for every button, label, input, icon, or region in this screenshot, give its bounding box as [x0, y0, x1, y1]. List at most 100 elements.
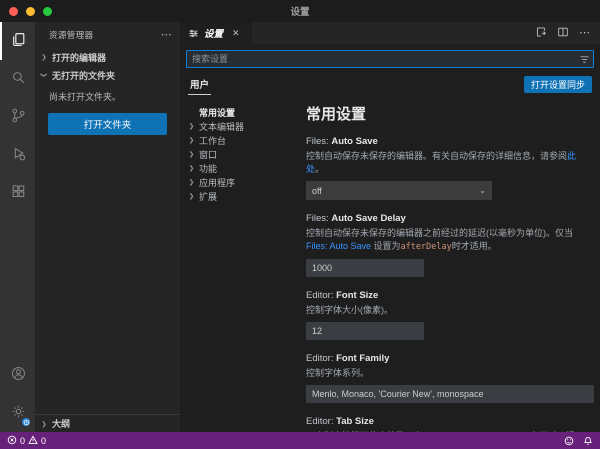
- more-actions-icon[interactable]: ⋯: [579, 28, 590, 39]
- chevron-right-icon: ❯: [187, 150, 197, 157]
- sidebar-item-source-control[interactable]: [0, 98, 35, 136]
- bell-icon[interactable]: [583, 436, 593, 446]
- toc-label: 应用程序: [199, 176, 235, 189]
- setting-label: Files: Auto Save: [306, 136, 582, 147]
- sidebar-item-run-debug[interactable]: [0, 136, 35, 174]
- setting-description: 控制字体大小(像素)。: [306, 304, 582, 317]
- toc-label: 扩展: [199, 190, 217, 203]
- toc-item-extensions[interactable]: ❯扩展: [186, 189, 296, 203]
- error-icon: [7, 435, 17, 447]
- setting-label: Files: Auto Save Delay: [306, 213, 582, 224]
- explorer-more-actions-icon[interactable]: ⋯: [161, 30, 172, 41]
- warning-icon: [28, 435, 38, 447]
- files-icon: [10, 31, 27, 51]
- chevron-right-icon: ❯: [40, 420, 49, 427]
- open-editors-label: 打开的编辑器: [52, 51, 106, 64]
- status-bar: 0 0: [0, 432, 600, 449]
- scope-tab-user[interactable]: 用户: [188, 74, 211, 95]
- tab-bar: 设置 ✕ ⋯: [180, 22, 600, 44]
- toc-item-text-editor[interactable]: ❯文本编辑器: [186, 119, 296, 133]
- feedback-smiley-icon[interactable]: [564, 436, 574, 446]
- setting-label: Editor: Font Family: [306, 353, 582, 364]
- setting-editor-font-size: Editor: Font Size 控制字体大小(像素)。: [306, 290, 582, 340]
- turn-on-settings-sync-button[interactable]: 打开设置同步: [524, 76, 592, 93]
- open-folder-button[interactable]: 打开文件夹: [48, 113, 167, 135]
- chevron-down-icon: ❯: [40, 71, 47, 80]
- sidebar-header: 资源管理器 ⋯: [35, 22, 180, 48]
- warning-count: 0: [41, 436, 46, 446]
- manage-settings-button[interactable]: [0, 394, 35, 432]
- window-title: 设置: [0, 4, 600, 18]
- no-folder-hint: 尚未打开文件夹。: [35, 84, 180, 107]
- settings-toc: ❯常用设置 ❯文本编辑器 ❯工作台 ❯窗口 ❯功能 ❯应用程序 ❯扩展: [180, 97, 296, 432]
- toc-item-commonly-used[interactable]: ❯常用设置: [186, 105, 296, 119]
- settings-sync-badge-icon: [21, 417, 31, 427]
- accounts-button[interactable]: [0, 356, 35, 394]
- filter-icon[interactable]: [575, 54, 593, 65]
- toc-label: 常用设置: [199, 106, 235, 119]
- explorer-sidebar: 资源管理器 ⋯ ❯ 打开的编辑器 ❯ 无打开的文件夹 尚未打开文件夹。 打开文件…: [35, 22, 180, 432]
- toc-label: 功能: [199, 162, 217, 175]
- setting-label: Editor: Font Size: [306, 290, 582, 301]
- sidebar-item-explorer[interactable]: [0, 22, 35, 60]
- chevron-right-icon: ❯: [40, 53, 49, 60]
- auto-save-select[interactable]: off⌄: [306, 181, 492, 200]
- toc-item-window[interactable]: ❯窗口: [186, 147, 296, 161]
- toc-item-workbench[interactable]: ❯工作台: [186, 133, 296, 147]
- chevron-right-icon: ❯: [187, 136, 197, 143]
- no-folder-section[interactable]: ❯ 无打开的文件夹: [35, 66, 180, 84]
- activity-bar-spacer: [0, 212, 35, 356]
- setting-description: 控制字体系列。: [306, 367, 582, 380]
- titlebar: 设置: [0, 0, 600, 22]
- split-editor-icon[interactable]: [557, 26, 569, 41]
- outline-section[interactable]: ❯ 大纲: [35, 414, 180, 432]
- problems-status[interactable]: 0 0: [7, 435, 46, 447]
- toc-item-features[interactable]: ❯功能: [186, 161, 296, 175]
- error-count: 0: [20, 436, 25, 446]
- editor-area: 设置 ✕ ⋯ 用户 打开设置同步: [180, 22, 600, 432]
- open-settings-json-icon[interactable]: [535, 26, 547, 41]
- activity-bar: [0, 22, 35, 432]
- extensions-icon: [10, 183, 27, 203]
- sidebar-item-extensions[interactable]: [0, 174, 35, 212]
- setting-editor-tab-size: Editor: Tab Size 一个制表符等于的空格数。在 Editor: D…: [306, 416, 582, 432]
- chevron-right-icon: ❯: [187, 164, 197, 171]
- sidebar-empty-space: [35, 141, 180, 414]
- auto-save-delay-input[interactable]: [306, 259, 424, 277]
- search-icon: [10, 69, 27, 89]
- vscode-window: 设置: [0, 0, 600, 449]
- font-size-input[interactable]: [306, 322, 424, 340]
- tab-settings[interactable]: 设置 ✕: [180, 22, 252, 44]
- run-debug-icon: [10, 145, 27, 165]
- no-folder-label: 无打开的文件夹: [52, 69, 115, 82]
- code-value: afterDelay: [401, 242, 452, 252]
- chevron-right-icon: ❯: [187, 192, 197, 199]
- settings-search-row: [180, 44, 600, 72]
- link[interactable]: Files: Auto Save: [306, 241, 371, 251]
- toc-item-application[interactable]: ❯应用程序: [186, 175, 296, 189]
- setting-label: Editor: Tab Size: [306, 416, 582, 427]
- chevron-right-icon: ❯: [187, 178, 197, 185]
- source-control-icon: [10, 107, 27, 127]
- setting-description: 控制自动保存未保存的编辑器之前经过的延迟(以毫秒为单位)。仅当 Files: A…: [306, 227, 582, 254]
- settings-heading: 常用设置: [306, 103, 582, 124]
- toc-label: 窗口: [199, 148, 217, 161]
- setting-description: 控制自动保存未保存的编辑器。有关自动保存的详细信息，请参阅此处。: [306, 150, 582, 176]
- chevron-right-icon: ❯: [187, 122, 197, 129]
- settings-scope-row: 用户 打开设置同步: [180, 72, 600, 97]
- sidebar-title: 资源管理器: [49, 29, 94, 41]
- settings-search-input[interactable]: [187, 51, 575, 67]
- settings-list: 常用设置 Files: Auto Save 控制自动保存未保存的编辑器。有关自动…: [296, 97, 600, 432]
- toc-label: 文本编辑器: [199, 120, 244, 133]
- toc-label: 工作台: [199, 134, 226, 147]
- sidebar-item-search[interactable]: [0, 60, 35, 98]
- close-tab-icon[interactable]: ✕: [232, 28, 240, 39]
- tab-label: 设置: [204, 26, 223, 40]
- outline-label: 大纲: [52, 417, 70, 430]
- settings-search-box: [186, 50, 594, 68]
- settings-tab-icon: [188, 28, 199, 39]
- chevron-down-icon: ⌄: [479, 186, 486, 195]
- font-family-input[interactable]: [306, 385, 594, 403]
- setting-files-auto-save-delay: Files: Auto Save Delay 控制自动保存未保存的编辑器之前经过…: [306, 213, 582, 277]
- open-editors-section[interactable]: ❯ 打开的编辑器: [35, 48, 180, 66]
